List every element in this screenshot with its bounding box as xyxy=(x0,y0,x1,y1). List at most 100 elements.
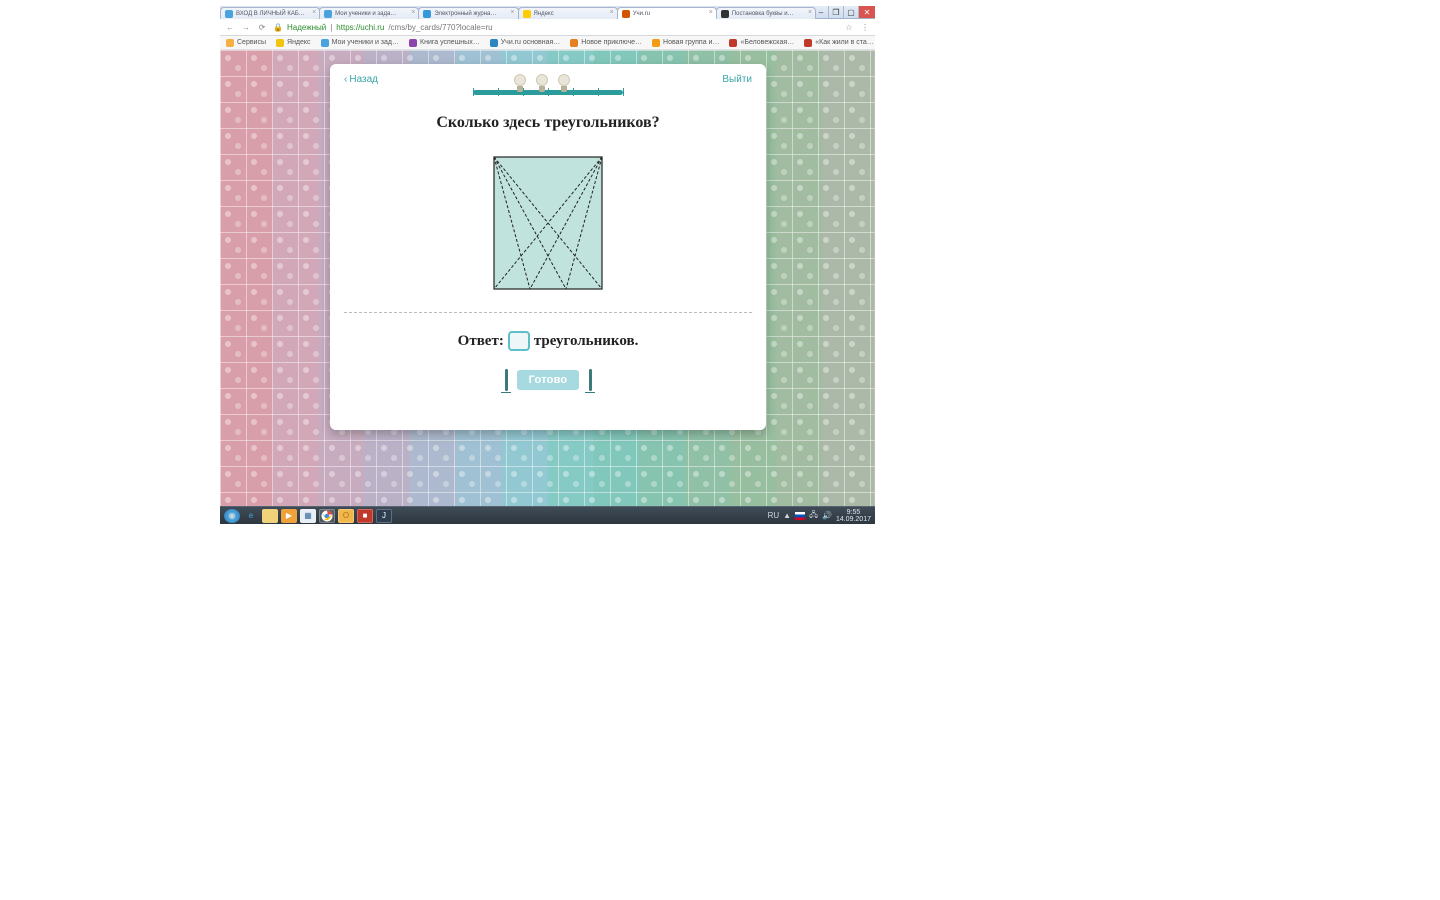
bookmark-label: Мои ученики и зад… xyxy=(332,39,399,46)
browser-tab[interactable]: Электронный журна… × xyxy=(418,7,518,19)
taskbar-explorer-icon[interactable] xyxy=(262,509,278,523)
browser-menu-button[interactable]: ⋮ xyxy=(860,22,870,32)
chevron-left-icon: ‹ xyxy=(344,74,347,85)
tab-favicon xyxy=(324,10,332,18)
taskbar-office-icon[interactable]: O xyxy=(338,509,354,523)
tab-close-icon[interactable]: × xyxy=(808,9,812,16)
bookmark-item[interactable]: Книга успешных… xyxy=(409,39,480,47)
bookmark-item[interactable]: Яндекс xyxy=(276,39,311,47)
bookmark-item[interactable]: Мои ученики и зад… xyxy=(321,39,399,47)
bookmark-icon xyxy=(490,39,498,47)
taskbar-app1-icon[interactable]: ▦ xyxy=(300,509,316,523)
tab-favicon xyxy=(721,10,729,18)
tab-title: Постановка буквы и… xyxy=(732,11,794,17)
tab-close-icon[interactable]: × xyxy=(610,9,614,16)
tab-title: Мои ученики и зада… xyxy=(335,11,396,17)
bookmark-icon xyxy=(226,39,234,47)
bookmark-label: Новое приключе… xyxy=(581,39,642,46)
bookmark-label: Учи.ru основная… xyxy=(501,39,561,46)
tab-title: Учи.ru xyxy=(633,11,650,17)
tab-favicon xyxy=(423,10,431,18)
tray-clock[interactable]: 9:55 14.09.2017 xyxy=(836,509,871,523)
tab-close-icon[interactable]: × xyxy=(709,9,713,16)
bookmark-label: Новая группа и… xyxy=(663,39,719,46)
url-domain: https://uchi.ru xyxy=(336,23,384,32)
taskbar-ie-icon[interactable]: e xyxy=(243,509,259,523)
answer-suffix: треугольников. xyxy=(534,333,638,350)
answer-row: Ответ: треугольников. xyxy=(344,331,752,351)
quiz-card: ‹ Назад Выйти Сколько здесь треугольнико… xyxy=(330,64,766,430)
windows-taskbar: ◉ e ▶ ▦ O ■ J RU ▲ 🖧 🔊 9:55 14.09.2017 xyxy=(220,506,875,524)
back-button[interactable]: ‹ Назад xyxy=(344,74,378,85)
browser-window: – ❐ ▢ ✕ ВХОД В ЛИЧНЫЙ КАБ…×Мои ученики и… xyxy=(220,6,875,524)
lock-icon: 🔒 xyxy=(273,23,283,32)
tray-expand-icon[interactable]: ▲ xyxy=(783,511,791,520)
bookmark-item[interactable]: «Беловежская… xyxy=(729,39,794,47)
triangle-figure xyxy=(493,156,603,290)
bookmark-item[interactable]: Сервисы xyxy=(226,39,266,47)
browser-tab[interactable]: Постановка буквы и… × xyxy=(716,7,816,19)
browser-tab[interactable]: Учи.ru × xyxy=(617,7,717,19)
page-content: ‹ Назад Выйти Сколько здесь треугольнико… xyxy=(220,50,875,506)
url-path: /cms/by_cards/770?locale=ru xyxy=(388,23,492,32)
browser-address-bar: ← → ⟳ 🔒 Надежный | https://uchi.ru/cms/b… xyxy=(220,19,875,36)
bookmark-star-button[interactable]: ☆ xyxy=(844,22,854,32)
done-button[interactable]: Готово xyxy=(517,370,580,390)
taskbar-app3-icon[interactable]: J xyxy=(376,509,392,523)
bookmark-icon xyxy=(321,39,329,47)
tab-close-icon[interactable]: × xyxy=(312,9,316,16)
nav-back-button[interactable]: ← xyxy=(225,22,235,32)
taskbar-chrome-icon[interactable] xyxy=(319,509,335,523)
url-field[interactable]: 🔒 Надежный | https://uchi.ru/cms/by_card… xyxy=(273,23,838,32)
exit-button[interactable]: Выйти xyxy=(722,74,752,85)
bookmark-icon xyxy=(652,39,660,47)
bookmark-item[interactable]: «Как жили в ста… xyxy=(804,39,874,47)
browser-tab[interactable]: Мои ученики и зада… × xyxy=(319,7,419,19)
tray-flag-icon[interactable] xyxy=(795,512,805,520)
bookmark-label: «Как жили в ста… xyxy=(815,39,874,46)
url-separator: | xyxy=(330,23,332,32)
bookmark-label: Книга успешных… xyxy=(420,39,480,46)
window-maximize-button[interactable]: ▢ xyxy=(843,6,858,18)
tab-favicon xyxy=(523,10,531,18)
bookmark-item[interactable]: Новая группа и… xyxy=(652,39,719,47)
bookmark-item[interactable]: Учи.ru основная… xyxy=(490,39,561,47)
browser-tab[interactable]: ВХОД В ЛИЧНЫЙ КАБ…× xyxy=(220,7,320,19)
system-tray: RU ▲ 🖧 🔊 9:55 14.09.2017 xyxy=(768,509,871,523)
answer-prefix: Ответ: xyxy=(458,333,504,350)
bookmark-label: Яндекс xyxy=(287,39,311,46)
browser-tabstrip: ВХОД В ЛИЧНЫЙ КАБ…×Мои ученики и зада…×Э… xyxy=(220,6,815,19)
left-decoration-icon xyxy=(501,369,511,391)
tab-favicon xyxy=(225,10,233,18)
nav-forward-button[interactable]: → xyxy=(241,22,251,32)
bookmark-item[interactable]: Новое приключе… xyxy=(570,39,642,47)
bookmark-icon xyxy=(804,39,812,47)
bookmarks-bar: Сервисы Яндекс Мои ученики и зад… Книга усп… xyxy=(220,36,875,50)
question-text: Сколько здесь треугольников? xyxy=(344,114,752,132)
right-decoration-icon xyxy=(585,369,595,391)
bookmark-icon xyxy=(276,39,284,47)
nav-reload-button[interactable]: ⟳ xyxy=(257,22,267,32)
tab-close-icon[interactable]: × xyxy=(510,9,514,16)
browser-tab[interactable]: Яндекс× xyxy=(518,7,618,19)
back-button-label: Назад xyxy=(349,74,378,85)
divider xyxy=(344,312,752,313)
tab-title: Электронный журна… xyxy=(434,11,496,17)
figure-container xyxy=(344,156,752,290)
taskbar-media-icon[interactable]: ▶ xyxy=(281,509,297,523)
answer-input[interactable] xyxy=(508,331,530,351)
bookmark-label: Сервисы xyxy=(237,39,266,46)
start-button[interactable]: ◉ xyxy=(224,509,240,523)
tray-vol-icon[interactable]: 🔊 xyxy=(822,511,832,520)
taskbar-app2-icon[interactable]: ■ xyxy=(357,509,373,523)
window-restore-button[interactable]: ❐ xyxy=(828,6,843,18)
tab-favicon xyxy=(622,10,630,18)
tray-lang[interactable]: RU xyxy=(768,511,780,520)
tray-net-icon[interactable]: 🖧 xyxy=(809,509,818,523)
bookmark-label: «Беловежская… xyxy=(740,39,794,46)
url-secure-label: Надежный xyxy=(287,23,326,32)
done-row: Готово xyxy=(344,369,752,391)
window-close-button[interactable]: ✕ xyxy=(858,6,875,18)
card-top-row: ‹ Назад Выйти xyxy=(344,74,752,96)
tab-close-icon[interactable]: × xyxy=(411,9,415,16)
